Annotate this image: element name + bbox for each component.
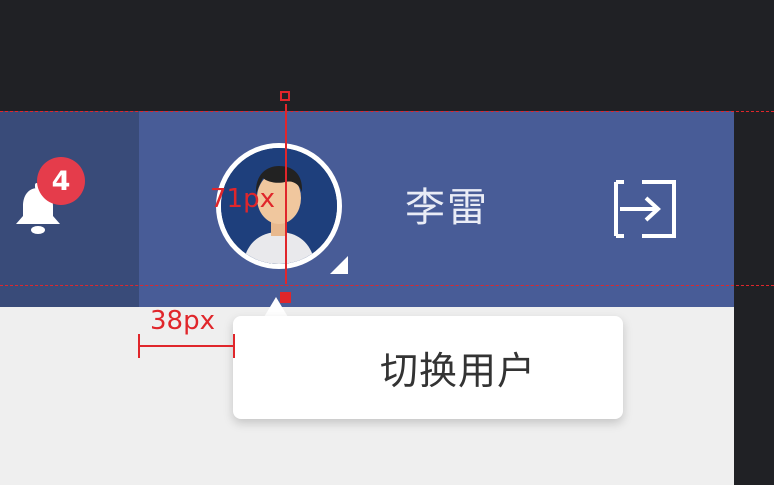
measure-horizontal-line	[139, 345, 235, 347]
tooltip-arrow	[264, 297, 288, 317]
measure-anchor-top	[280, 91, 290, 101]
measure-vertical-line	[285, 104, 287, 284]
guide-line-top	[0, 111, 774, 112]
measure-h-cap-right	[233, 334, 235, 358]
notification-badge: 4	[37, 157, 85, 205]
guide-line-bottom	[0, 285, 774, 286]
right-edge-area	[734, 111, 774, 485]
measure-horizontal-label: 38px	[150, 306, 215, 336]
measure-vertical-label: 71px	[210, 184, 275, 214]
logout-icon[interactable]	[612, 176, 678, 242]
tooltip-label: 切换用户	[379, 349, 536, 393]
switch-user-tooltip[interactable]: 切换用户	[233, 316, 623, 419]
avatar-dropdown-indicator	[330, 256, 348, 274]
username: 李雷	[405, 185, 489, 231]
top-dark-area	[0, 0, 734, 111]
